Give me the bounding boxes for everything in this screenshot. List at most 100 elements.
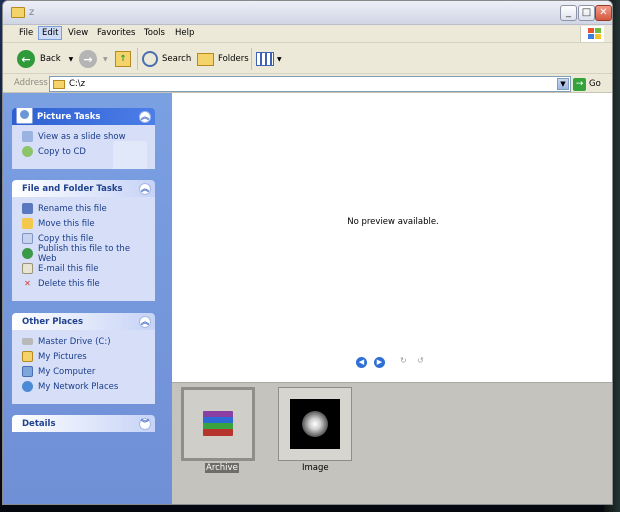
thumbnail-image[interactable]: [278, 387, 352, 461]
menu-favorites[interactable]: Favorites: [94, 28, 138, 38]
address-bar: Address C:\z ▼ → Go: [3, 75, 612, 93]
go-button[interactable]: → Go: [573, 76, 601, 92]
other-places-panel: Other Places ︽ Master Drive (C:) My Pict…: [12, 313, 155, 404]
thumbnail-label-archive[interactable]: Archive: [205, 463, 239, 473]
task-pane: Picture Tasks ︽ View as a slide show Cop…: [3, 93, 172, 504]
go-label: Go: [589, 79, 601, 89]
slideshow-icon: [22, 131, 33, 142]
place-my-network[interactable]: My Network Places: [22, 379, 149, 394]
task-copy-to-cd[interactable]: Copy to CD: [22, 144, 149, 159]
place-label: My Computer: [38, 366, 96, 377]
expand-icon[interactable]: ︾: [139, 418, 151, 430]
window-title: z: [29, 7, 35, 18]
folder-icon: [11, 7, 25, 18]
task-slideshow[interactable]: View as a slide show: [22, 129, 149, 144]
other-places-header[interactable]: Other Places ︽: [12, 313, 155, 330]
forward-button[interactable]: → ▼: [79, 49, 108, 69]
menu-tools[interactable]: Tools: [141, 28, 168, 38]
back-arrow-icon: ←: [17, 50, 35, 68]
picture-tasks-panel: Picture Tasks ︽ View as a slide show Cop…: [12, 108, 155, 169]
filmstrip: Archive Image: [172, 382, 612, 504]
task-label: E-mail this file: [38, 263, 99, 274]
my-pictures-icon: [22, 351, 33, 362]
up-folder-icon: ↑: [115, 51, 131, 67]
task-label: Copy this file: [38, 233, 94, 244]
task-label: Move this file: [38, 218, 95, 229]
place-my-pictures[interactable]: My Pictures: [22, 349, 149, 364]
menu-file[interactable]: File: [16, 28, 36, 38]
globe-icon: [22, 248, 33, 259]
minimize-button[interactable]: _: [560, 5, 577, 21]
task-move[interactable]: Move this file: [22, 216, 149, 231]
cd-icon: [22, 146, 33, 157]
menu-edit[interactable]: Edit: [38, 26, 63, 40]
go-arrow-icon: →: [573, 77, 586, 91]
standard-toolbar: ← Back ▼ → ▼ ↑ Search Folders ▼: [3, 44, 612, 74]
address-label: Address: [14, 78, 48, 88]
explorer-window: z _ □ ✕ File Edit View Favorites Tools H…: [2, 0, 613, 505]
previous-image-button[interactable]: ◀: [356, 357, 367, 368]
email-icon: [22, 263, 33, 274]
place-label: Master Drive (C:): [38, 336, 111, 347]
thumbnail-label-image[interactable]: Image: [302, 463, 329, 473]
details-header[interactable]: Details ︾: [12, 415, 155, 432]
toolbar-separator: [251, 48, 252, 70]
menu-help[interactable]: Help: [172, 28, 197, 38]
move-icon: [22, 218, 33, 229]
collapse-icon[interactable]: ︽: [139, 183, 151, 195]
file-folder-tasks-header[interactable]: File and Folder Tasks ︽: [12, 180, 155, 197]
place-master-drive[interactable]: Master Drive (C:): [22, 334, 149, 349]
place-my-computer[interactable]: My Computer: [22, 364, 149, 379]
back-button[interactable]: ← Back ▼: [17, 49, 73, 69]
folders-button[interactable]: Folders: [197, 49, 249, 69]
folders-icon: [197, 52, 214, 66]
back-label: Back: [40, 54, 61, 64]
task-label: Rename this file: [38, 203, 107, 214]
task-email[interactable]: E-mail this file: [22, 261, 149, 276]
task-rename[interactable]: Rename this file: [22, 201, 149, 216]
thumbnail-archive[interactable]: [181, 387, 255, 461]
menu-view[interactable]: View: [65, 28, 91, 38]
search-button[interactable]: Search: [142, 49, 191, 69]
no-preview-message: No preview available.: [347, 217, 439, 227]
file-folder-tasks-panel: File and Folder Tasks ︽ Rename this file…: [12, 180, 155, 301]
my-computer-icon: [22, 366, 33, 377]
file-tasks-body: Rename this file Move this file Copy thi…: [12, 197, 155, 301]
chevron-down-icon[interactable]: ▼: [103, 56, 108, 63]
task-label: Delete this file: [38, 278, 100, 289]
address-dropdown-button[interactable]: ▼: [557, 78, 569, 90]
search-icon: [142, 51, 158, 67]
drive-icon: [22, 338, 33, 345]
chevron-down-icon: ▼: [277, 55, 282, 63]
menu-bar: File Edit View Favorites Tools Help: [3, 25, 612, 43]
collapse-icon[interactable]: ︽: [139, 111, 151, 123]
copy-icon: [22, 233, 33, 244]
image-preview-icon: [290, 399, 340, 449]
details-title: Details: [22, 419, 56, 429]
up-folder-button[interactable]: ↑: [115, 49, 131, 69]
other-places-title: Other Places: [22, 317, 83, 327]
task-label: View as a slide show: [38, 131, 126, 142]
task-label: Copy to CD: [38, 146, 86, 157]
picture-tasks-header[interactable]: Picture Tasks ︽: [12, 108, 155, 125]
views-button[interactable]: ▼: [256, 49, 282, 69]
address-input[interactable]: C:\z ▼: [49, 76, 571, 92]
preview-area: No preview available. ◀ ▶ ↻ ↺: [172, 93, 612, 382]
task-delete[interactable]: ✕ Delete this file: [22, 276, 149, 291]
place-label: My Pictures: [38, 351, 87, 362]
close-button[interactable]: ✕: [595, 5, 612, 21]
file-tasks-title: File and Folder Tasks: [22, 184, 123, 194]
next-image-button[interactable]: ▶: [374, 357, 385, 368]
rotate-clockwise-icon[interactable]: ↻: [400, 357, 412, 365]
chevron-down-icon[interactable]: ▼: [69, 56, 74, 63]
folders-label: Folders: [218, 54, 249, 64]
address-value: C:\z: [69, 79, 86, 89]
task-publish-web[interactable]: Publish this file to the Web: [22, 244, 149, 264]
delete-icon: ✕: [24, 279, 31, 288]
title-bar[interactable]: z _ □ ✕: [3, 1, 612, 25]
rename-icon: [22, 203, 33, 214]
toolbar-separator: [137, 48, 138, 70]
rotate-counterclockwise-icon[interactable]: ↺: [417, 357, 429, 365]
collapse-icon[interactable]: ︽: [139, 316, 151, 328]
maximize-button[interactable]: □: [578, 5, 595, 21]
